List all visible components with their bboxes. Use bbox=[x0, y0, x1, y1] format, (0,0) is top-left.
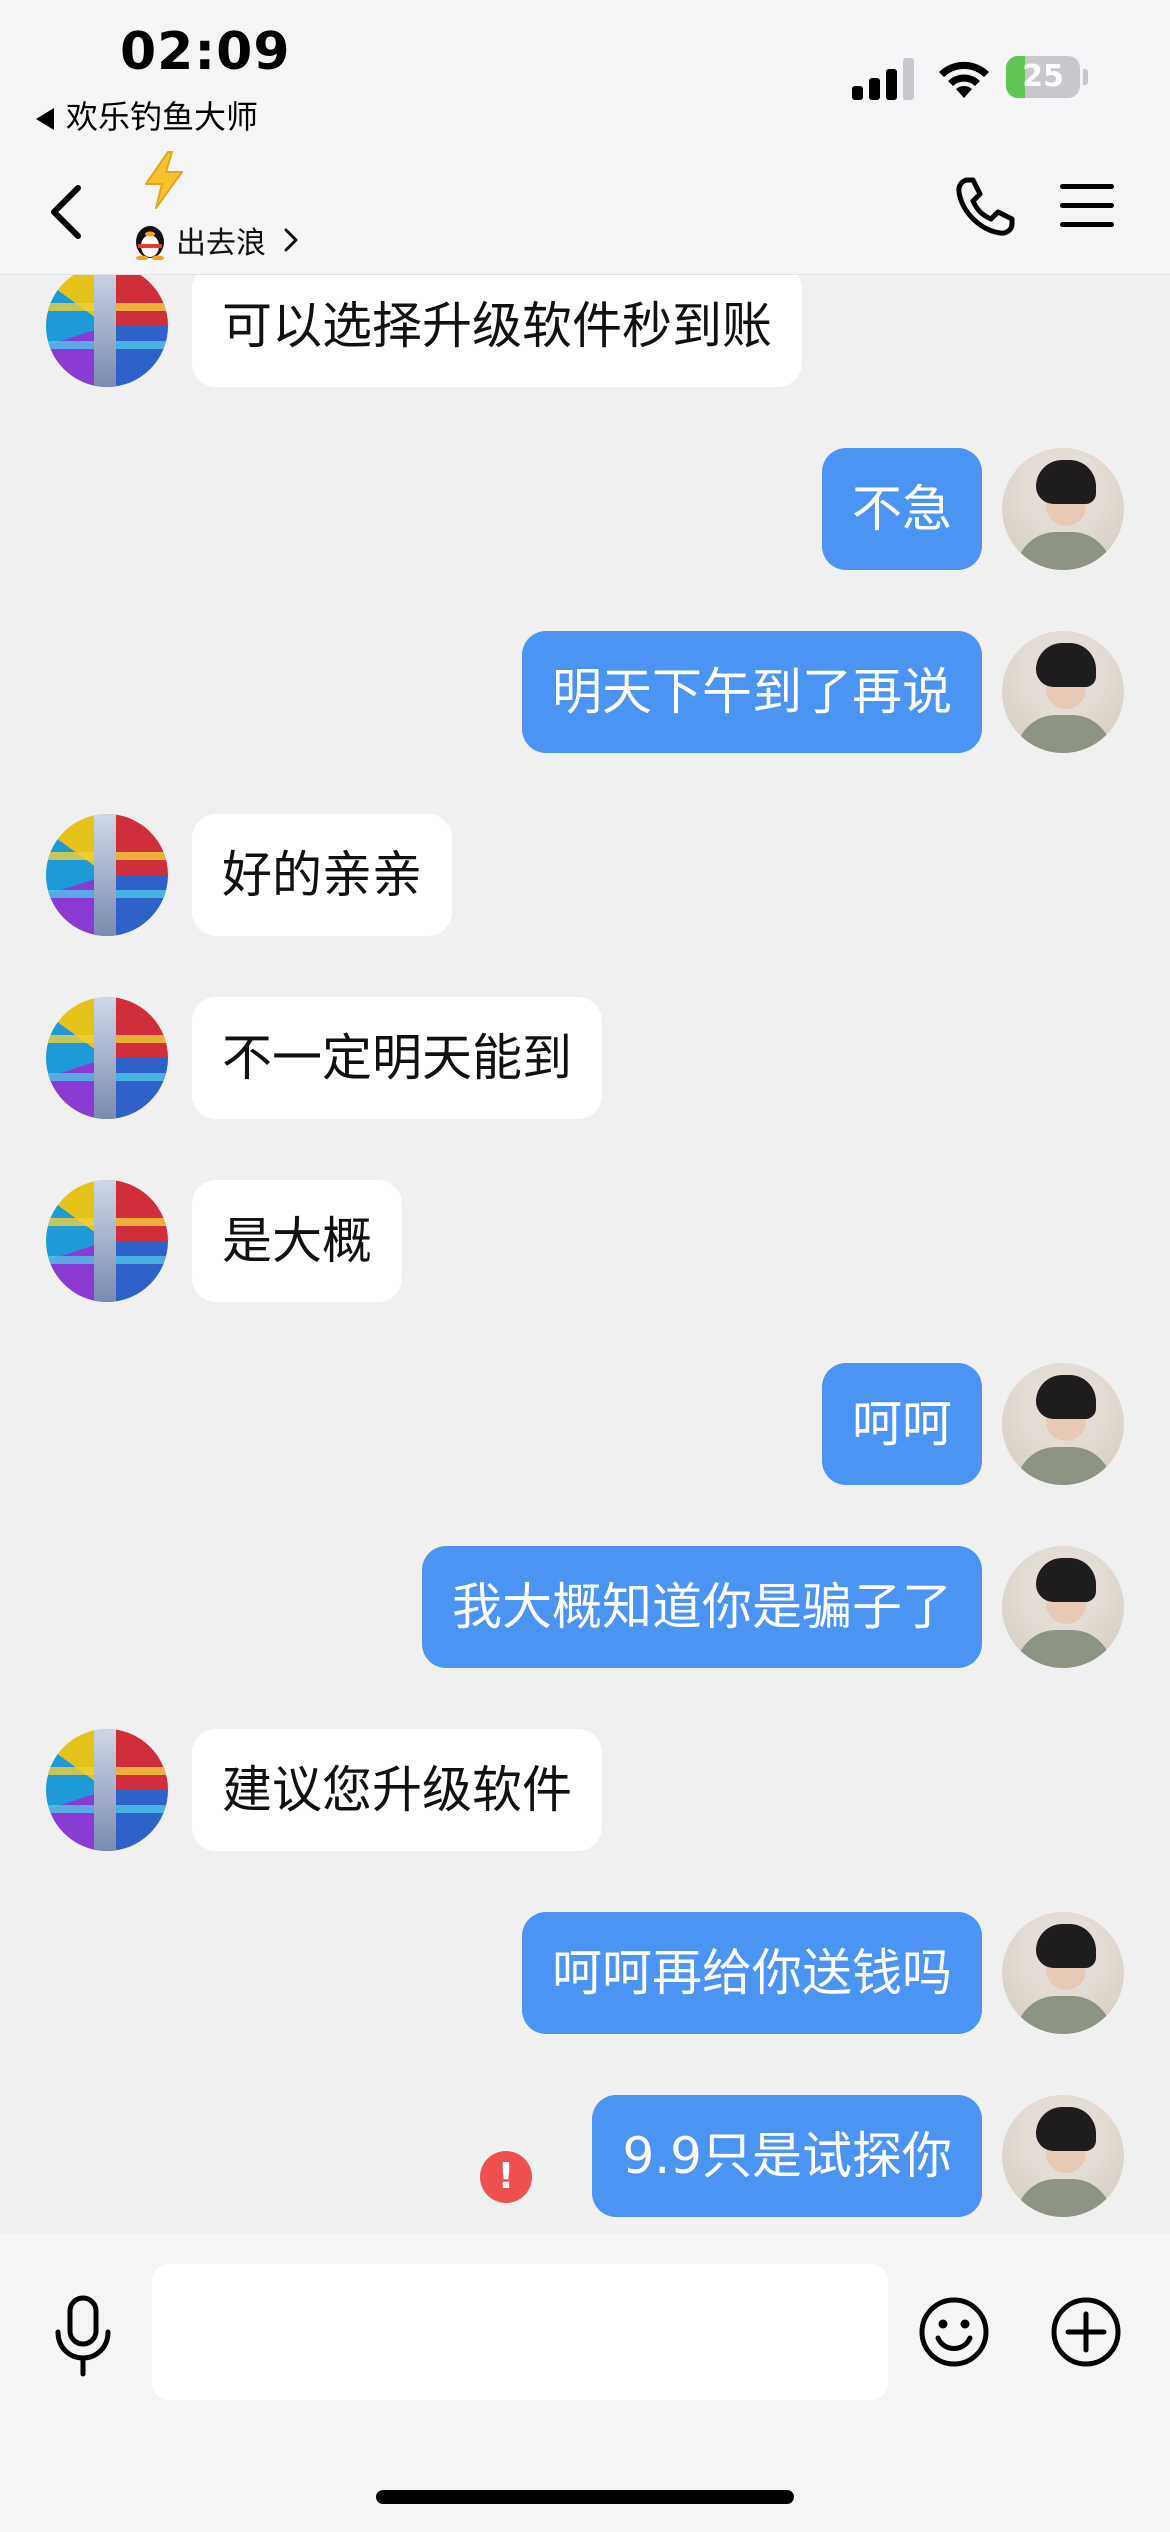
message-row: 明天下午到了再说 bbox=[0, 631, 1170, 755]
contact-avatar[interactable] bbox=[46, 814, 168, 936]
outgoing-message-bubble[interactable]: 明天下午到了再说 bbox=[522, 631, 982, 753]
back-app-label: 欢乐钓鱼大师 bbox=[66, 98, 259, 136]
microphone-icon[interactable] bbox=[48, 2294, 118, 2378]
back-triangle-icon bbox=[36, 108, 54, 130]
message-row: 好的亲亲 bbox=[0, 814, 1170, 938]
outgoing-message-bubble[interactable]: 呵呵 bbox=[822, 1363, 982, 1485]
my-avatar[interactable] bbox=[1002, 1363, 1124, 1485]
battery-icon: 25 bbox=[1006, 56, 1088, 100]
wifi-icon bbox=[939, 61, 989, 98]
phone-icon[interactable] bbox=[952, 174, 1018, 240]
battery-level: 25 bbox=[1022, 59, 1064, 94]
message-list[interactable]: 可以选择升级软件秒到账 不急明天下午到了再说 好的亲亲不一定明天能到 是大概呵呵我大概… bbox=[0, 275, 1170, 2233]
message-row: 呵呵再给你送钱吗 bbox=[0, 1912, 1170, 2036]
plus-icon[interactable] bbox=[1050, 2296, 1122, 2368]
input-bar bbox=[0, 2234, 1170, 2532]
my-avatar[interactable] bbox=[1002, 2095, 1124, 2217]
status-bar: 02:09 欢乐钓鱼大师 25 bbox=[0, 0, 1170, 150]
contact-avatar[interactable] bbox=[46, 1180, 168, 1302]
incoming-message-bubble[interactable]: 可以选择升级软件秒到账 bbox=[192, 275, 802, 387]
my-avatar[interactable] bbox=[1002, 1912, 1124, 2034]
send-failed-icon[interactable]: ! bbox=[480, 2151, 532, 2203]
my-avatar[interactable] bbox=[1002, 631, 1124, 753]
message-row: 可以选择升级软件秒到账 bbox=[0, 275, 1170, 389]
contact-avatar[interactable] bbox=[46, 275, 168, 387]
contact-subtitle[interactable]: 出去浪 bbox=[132, 218, 300, 262]
status-time: 02:09 bbox=[120, 22, 291, 82]
message-row: 是大概 bbox=[0, 1180, 1170, 1304]
incoming-message-bubble[interactable]: 建议您升级软件 bbox=[192, 1729, 602, 1851]
lightning-bolt-icon bbox=[145, 151, 183, 209]
my-avatar[interactable] bbox=[1002, 448, 1124, 570]
message-row: 不一定明天能到 bbox=[0, 997, 1170, 1121]
contact-avatar[interactable] bbox=[46, 997, 168, 1119]
menu-icon[interactable] bbox=[1058, 180, 1116, 232]
outgoing-message-bubble[interactable]: 不急 bbox=[822, 448, 982, 570]
message-row: 呵呵 bbox=[0, 1363, 1170, 1487]
message-row: 建议您升级软件 bbox=[0, 1729, 1170, 1853]
home-indicator[interactable] bbox=[376, 2490, 794, 2504]
back-chevron-icon[interactable] bbox=[38, 172, 98, 252]
outgoing-message-bubble[interactable]: 9.9只是试探你 bbox=[592, 2095, 982, 2217]
emoji-icon[interactable] bbox=[918, 2296, 990, 2368]
message-row: 不急 bbox=[0, 448, 1170, 572]
chevron-right-icon bbox=[284, 228, 298, 252]
signal-icon bbox=[852, 58, 914, 100]
back-to-app-link[interactable]: 欢乐钓鱼大师 bbox=[36, 92, 258, 138]
incoming-message-bubble[interactable]: 好的亲亲 bbox=[192, 814, 452, 936]
message-row: 我大概知道你是骗子了 bbox=[0, 1546, 1170, 1670]
message-row: 9.9只是试探你! bbox=[0, 2095, 1170, 2219]
incoming-message-bubble[interactable]: 是大概 bbox=[192, 1180, 402, 1302]
outgoing-message-bubble[interactable]: 我大概知道你是骗子了 bbox=[422, 1546, 982, 1668]
outgoing-message-bubble[interactable]: 呵呵再给你送钱吗 bbox=[522, 1912, 982, 2034]
contact-subtitle-label: 出去浪 bbox=[176, 226, 266, 261]
contact-avatar[interactable] bbox=[46, 1729, 168, 1851]
qq-penguin-icon bbox=[136, 226, 164, 260]
incoming-message-bubble[interactable]: 不一定明天能到 bbox=[192, 997, 602, 1119]
chat-header: 出去浪 bbox=[0, 150, 1170, 275]
my-avatar[interactable] bbox=[1002, 1546, 1124, 1668]
message-input[interactable] bbox=[152, 2264, 888, 2400]
